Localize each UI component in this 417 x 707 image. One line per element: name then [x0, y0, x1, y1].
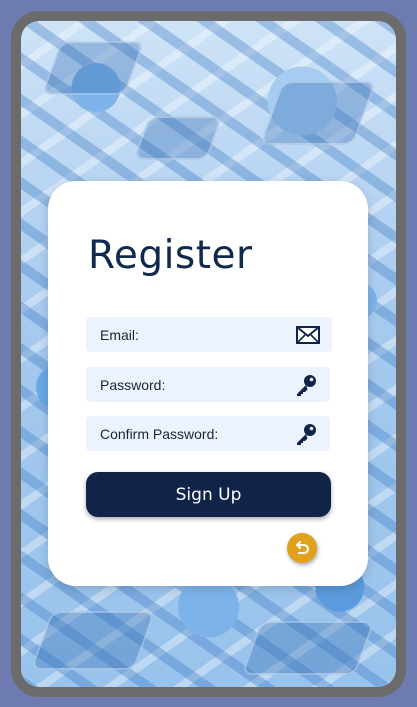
confirm-password-field-label: Confirm Password:	[100, 425, 219, 442]
background-shape	[132, 116, 224, 160]
password-field-label: Password:	[100, 376, 166, 393]
confirm-password-field[interactable]: Confirm Password:	[86, 416, 330, 451]
envelope-icon	[296, 323, 320, 347]
background-shape	[241, 621, 375, 675]
key-icon	[294, 422, 318, 446]
background-shape	[30, 611, 156, 670]
page-title: Register	[88, 233, 253, 278]
phone-frame: Register Email: Password: Confirm Passwo…	[11, 11, 406, 697]
undo-icon	[293, 539, 311, 557]
sign-up-button[interactable]: Sign Up	[86, 472, 331, 517]
register-card: Register Email: Password: Confirm Passwo…	[48, 181, 368, 586]
email-field[interactable]: Email:	[86, 317, 332, 352]
background-shape	[259, 81, 377, 145]
password-field[interactable]: Password:	[86, 367, 330, 402]
background-shape	[41, 41, 145, 95]
key-icon	[294, 373, 318, 397]
back-button[interactable]	[287, 533, 317, 563]
email-field-label: Email:	[100, 326, 139, 343]
app-screen: Register Email: Password: Confirm Passwo…	[21, 21, 396, 687]
